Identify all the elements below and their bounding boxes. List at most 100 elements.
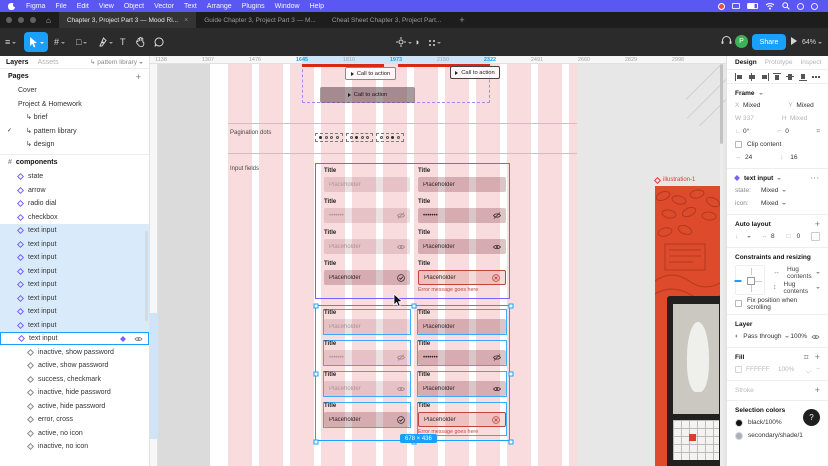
blend-mode-select[interactable]: Pass through — [743, 333, 781, 340]
tab-guide[interactable]: Guide Chapter 3, Project Part 3 — M... — [196, 12, 324, 28]
layer-item-checkbox[interactable]: checkbox — [0, 210, 149, 224]
text-input-active[interactable]: TitlePlaceholder — [418, 230, 506, 254]
cta-button-disabled[interactable]: Call to action — [320, 87, 415, 103]
window-zoom-button[interactable] — [30, 17, 36, 23]
menu-arrange[interactable]: Arrange — [207, 3, 232, 10]
layer-item-text-input[interactable]: text input — [0, 224, 149, 238]
selection-handle[interactable] — [509, 372, 514, 377]
input-field-active[interactable]: ••••••• — [418, 350, 506, 365]
clip-content-checkbox[interactable] — [735, 141, 742, 148]
library-selector[interactable]: ↳ pattern library — [90, 58, 143, 66]
text-input-inactive[interactable]: TitlePlaceholder — [324, 168, 410, 192]
cta-button-active[interactable]: Call to action — [450, 66, 500, 79]
illustration-label[interactable]: illustration-1 — [655, 177, 695, 183]
input-field-active[interactable]: Placeholder — [418, 239, 506, 254]
new-tab-button[interactable]: + — [459, 15, 464, 25]
h-padding-input[interactable]: 24 — [745, 154, 752, 161]
visibility-icon[interactable] — [811, 334, 820, 340]
menu-figma[interactable]: Figma — [26, 3, 45, 10]
display-icon[interactable] — [732, 3, 740, 9]
pagination-dots-component[interactable] — [315, 133, 404, 142]
layer-item-active-hide-password[interactable]: active, hide password — [0, 399, 149, 413]
v-spacing-input[interactable]: 16 — [790, 154, 797, 161]
color-swatch[interactable] — [735, 432, 743, 440]
color-swatch[interactable] — [735, 419, 743, 427]
menu-window[interactable]: Window — [275, 3, 300, 10]
text-input-error[interactable]: TitlePlaceholderError message goes here — [418, 261, 506, 293]
eye-icon[interactable] — [493, 386, 501, 392]
input-field-inactive[interactable]: Placeholder — [324, 239, 410, 254]
layer-item-text-input[interactable]: text input — [0, 305, 149, 319]
blend-mode-icon[interactable]: ◐ — [735, 333, 739, 340]
layer-item-inactive-show-password[interactable]: inactive, show password — [0, 345, 149, 359]
text-input-active[interactable]: TitlePlaceholder — [418, 310, 506, 334]
canvas-scrollbar[interactable] — [720, 64, 723, 466]
fill-styles-icon[interactable]: ⌗ — [804, 352, 809, 363]
layer-item-active-show-password[interactable]: active, show password — [0, 359, 149, 373]
help-button[interactable]: ? — [803, 409, 820, 426]
selection-handle[interactable] — [314, 372, 319, 377]
clip-content-row[interactable]: Clip content — [735, 138, 820, 151]
menu-view[interactable]: View — [99, 3, 114, 10]
align-right-icon[interactable] — [761, 73, 769, 81]
page-item-cover[interactable]: Cover — [0, 84, 149, 97]
icon-prop-select[interactable]: Mixed — [761, 200, 778, 207]
align-bottom-icon[interactable] — [799, 73, 807, 81]
text-input-active[interactable]: TitlePlaceholder — [418, 168, 506, 192]
text-input-inactive[interactable]: TitlePlaceholder — [324, 310, 410, 334]
shape-tool-button[interactable]: □ — [76, 34, 87, 50]
horizontal-resizing[interactable]: ↔Hug contents — [773, 266, 820, 279]
selection-handle[interactable] — [509, 304, 514, 309]
styles-button[interactable] — [428, 34, 441, 50]
align-middle-v-icon[interactable] — [786, 73, 794, 81]
eye-icon[interactable] — [397, 386, 405, 392]
check-icon[interactable] — [397, 274, 405, 282]
window-minimize-button[interactable] — [18, 17, 24, 23]
eye-icon[interactable] — [397, 244, 405, 250]
input-field-active[interactable]: ••••••• — [418, 208, 506, 223]
layer-item-text-input[interactable]: text input — [0, 251, 149, 265]
move-tool-button[interactable] — [24, 32, 48, 52]
menu-file[interactable]: File — [55, 3, 66, 10]
direction-icon[interactable]: ↓ — [735, 233, 747, 240]
input-field-active[interactable]: Placeholder — [418, 319, 506, 334]
record-icon[interactable] — [718, 3, 725, 10]
input-field-success[interactable]: Placeholder — [324, 412, 410, 427]
avatar[interactable]: P — [735, 35, 748, 48]
main-menu-button[interactable]: ≡ — [5, 34, 16, 50]
illustration-image[interactable] — [655, 186, 723, 466]
corner-options-icon[interactable]: ⌗ — [816, 128, 820, 136]
eye-off-icon[interactable] — [493, 212, 501, 219]
pagination-dots-group-1[interactable] — [315, 133, 343, 142]
text-input-active[interactable]: Title••••••• — [418, 199, 506, 223]
layer-opacity-input[interactable]: 100% — [790, 333, 807, 340]
pagination-section-label[interactable]: Pagination dots — [230, 130, 271, 136]
component-menu-button[interactable]: ··· — [811, 175, 821, 182]
text-input-success[interactable]: TitlePlaceholder — [324, 261, 410, 285]
text-tool-button[interactable]: T — [120, 34, 126, 50]
rotation-input[interactable]: 0° — [743, 128, 749, 135]
apple-icon[interactable] — [8, 3, 15, 10]
search-icon[interactable] — [782, 2, 790, 10]
x-input[interactable]: Mixed — [743, 102, 760, 109]
input-field-inactive[interactable]: Placeholder — [324, 381, 410, 396]
input-field-inactive[interactable]: Placeholder — [324, 177, 410, 192]
tab-inspect[interactable]: Inspect — [801, 59, 822, 66]
tab-close-icon[interactable]: × — [184, 17, 188, 24]
cross-icon[interactable] — [492, 416, 500, 424]
distribute-icon[interactable] — [812, 73, 820, 81]
layer-item-text-input[interactable]: text input — [0, 237, 149, 251]
remove-fill-button[interactable]: − — [816, 366, 820, 373]
input-fields-frame-selection[interactable]: TitlePlaceholderTitlePlaceholderTitle•••… — [315, 305, 510, 441]
fill-swatch[interactable] — [735, 366, 742, 373]
layer-item-text-input[interactable]: text input — [0, 264, 149, 278]
fill-hex-input[interactable]: FFFFFF — [746, 366, 770, 373]
spacing-input[interactable]: 8 — [771, 233, 775, 240]
page-item-project-homework[interactable]: Project & Homework — [0, 97, 149, 110]
menu-plugins[interactable]: Plugins — [242, 3, 265, 10]
selection-handle[interactable] — [314, 304, 319, 309]
window-close-button[interactable] — [6, 17, 12, 23]
check-icon[interactable] — [397, 416, 405, 424]
state-prop-select[interactable]: Mixed — [761, 187, 778, 194]
text-input-error[interactable]: TitlePlaceholderError message goes here — [418, 403, 506, 435]
